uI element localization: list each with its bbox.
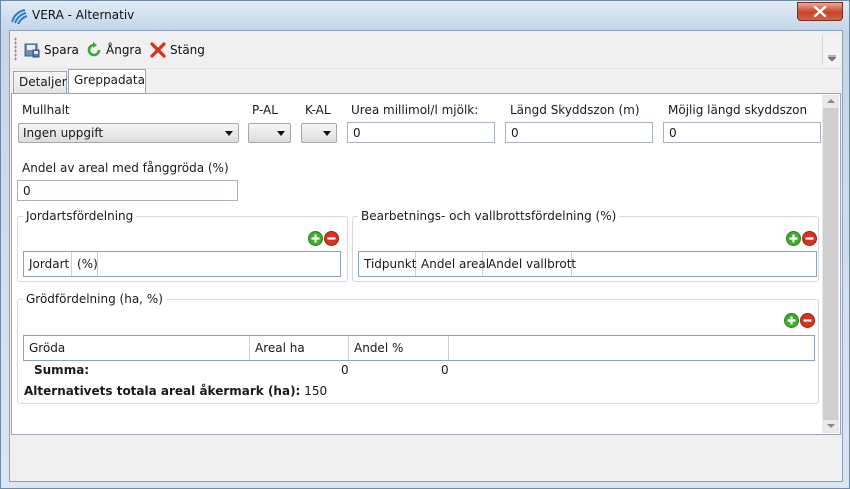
toolbar-grip[interactable] <box>14 37 17 61</box>
jordart-group-title: Jordartsfördelning <box>23 209 137 223</box>
column-label: Areal ha <box>255 341 305 355</box>
pal-select[interactable] <box>248 123 291 143</box>
total-areal-label: Alternativets totala areal åkermark (ha)… <box>24 384 301 398</box>
urea-value: 0 <box>353 126 361 140</box>
column-label: (%) <box>77 257 98 271</box>
jordart-grid[interactable]: Jordart (%) <box>23 251 341 277</box>
tab-label: Greppadata <box>74 73 145 87</box>
skyddszon-label: Längd Skyddszon (m) <box>510 103 640 117</box>
remove-groda-icon[interactable] <box>800 313 815 328</box>
grodfordelning-group-title: Grödfördelning (ha, %) <box>23 292 166 306</box>
column-label: Jordart <box>29 257 70 271</box>
undo-button[interactable]: Ångra <box>86 40 142 60</box>
column-header-areal-ha[interactable]: Areal ha <box>250 336 349 360</box>
fanggroda-input[interactable]: 0 <box>17 180 238 201</box>
save-button[interactable]: Spara <box>24 40 79 60</box>
tab-greppadata[interactable]: Greppadata <box>68 69 146 93</box>
pal-label: P-AL <box>252 103 278 117</box>
column-header-tidpunkt[interactable]: Tidpunkt <box>359 252 416 276</box>
column-label: Gröda <box>29 341 66 355</box>
urea-input[interactable]: 0 <box>347 122 495 143</box>
column-header-andel-areal[interactable]: Andel areal <box>416 252 489 276</box>
red-x-icon <box>150 42 166 58</box>
remove-jordart-icon[interactable] <box>324 231 339 246</box>
add-groda-icon[interactable] <box>784 313 799 328</box>
kal-select[interactable] <box>301 123 337 143</box>
urea-label: Urea millimol/l mjölk: <box>351 103 479 117</box>
column-header-andel-vallbrott[interactable]: Andel vallbrott <box>483 252 576 276</box>
grodfordelning-group: Grödfördelning (ha, %) Gröda Areal ha An… <box>17 292 819 404</box>
panel-scrollbar[interactable] <box>822 95 839 433</box>
mojlig-skyddszon-label: Möjlig längd skyddszon <box>668 103 808 117</box>
column-label: Andel vallbrott <box>488 257 577 271</box>
save-icon <box>24 43 40 58</box>
fanggroda-value: 0 <box>23 184 31 198</box>
column-label: Andel areal <box>421 257 490 271</box>
close-label: Stäng <box>170 43 205 57</box>
column-label: Andel % <box>354 341 404 355</box>
bearbetning-group-title: Bearbetnings- och vallbrottsfördelning (… <box>358 209 620 223</box>
summa-label: Summa: <box>34 363 90 377</box>
mojlig-skyddszon-value: 0 <box>669 126 677 140</box>
mullhalt-select[interactable]: Ingen uppgift <box>18 123 239 143</box>
window-close-button[interactable] <box>797 2 843 21</box>
close-icon <box>813 6 827 17</box>
mullhalt-value: Ingen uppgift <box>23 126 104 140</box>
column-header-groda[interactable]: Gröda <box>24 336 250 360</box>
bearbetning-group: Bearbetnings- och vallbrottsfördelning (… <box>352 209 819 282</box>
refresh-icon <box>87 42 101 57</box>
add-bearbetning-icon[interactable] <box>786 231 801 246</box>
greppadata-panel: Mullhalt P-AL K-AL Urea millimol/l mjölk… <box>11 93 841 435</box>
summa-areal-value: 0 <box>341 363 349 377</box>
remove-bearbetning-icon[interactable] <box>802 231 817 246</box>
summa-andel-value: 0 <box>441 363 449 377</box>
column-header-andel[interactable]: Andel % <box>349 336 449 360</box>
bearbetning-grid[interactable]: Tidpunkt Andel areal Andel vallbrott <box>358 251 817 277</box>
column-header-jordart[interactable]: Jordart <box>24 252 72 276</box>
kal-label: K-AL <box>305 103 331 117</box>
tab-label: Detaljer <box>19 75 67 89</box>
total-areal: Alternativets totala areal åkermark (ha)… <box>24 384 327 398</box>
undo-label: Ångra <box>106 43 142 57</box>
jordart-group: Jordartsfördelning Jordart (%) <box>17 209 348 282</box>
client-area: Spara Ångra Stäng Detaljer Greppadata Mu… <box>9 30 843 482</box>
toolbar: Spara Ångra Stäng <box>10 31 842 69</box>
application-window: VERA - Alternativ Spara Ångra Stäng Deta… <box>0 0 850 489</box>
close-button[interactable]: Stäng <box>150 40 205 60</box>
chevron-down-icon <box>828 55 836 61</box>
tab-detaljer[interactable]: Detaljer <box>13 71 67 93</box>
groda-grid[interactable]: Gröda Areal ha Andel % <box>23 335 815 361</box>
vera-logo-icon <box>11 9 28 24</box>
title-bar[interactable]: VERA - Alternativ <box>1 1 849 30</box>
chevron-down-icon <box>225 131 233 136</box>
scroll-down-icon[interactable] <box>827 424 835 428</box>
scroll-up-icon[interactable] <box>827 99 835 103</box>
chevron-down-icon <box>277 131 285 136</box>
scrollbar-thumb[interactable] <box>823 108 838 420</box>
skyddszon-value: 0 <box>511 126 519 140</box>
window-title: VERA - Alternativ <box>32 8 135 22</box>
add-jordart-icon[interactable] <box>308 231 323 246</box>
column-label: Tidpunkt <box>364 257 417 271</box>
toolbar-overflow-button[interactable] <box>822 35 840 65</box>
total-areal-value: 150 <box>304 384 328 398</box>
mullhalt-label: Mullhalt <box>22 103 70 117</box>
fanggroda-label: Andel av areal med fånggröda (%) <box>22 161 229 175</box>
mojlig-skyddszon-input[interactable]: 0 <box>663 122 821 143</box>
skyddszon-input[interactable]: 0 <box>505 122 653 143</box>
chevron-down-icon <box>323 131 331 136</box>
save-label: Spara <box>44 43 79 57</box>
column-header-percent[interactable]: (%) <box>72 252 98 276</box>
